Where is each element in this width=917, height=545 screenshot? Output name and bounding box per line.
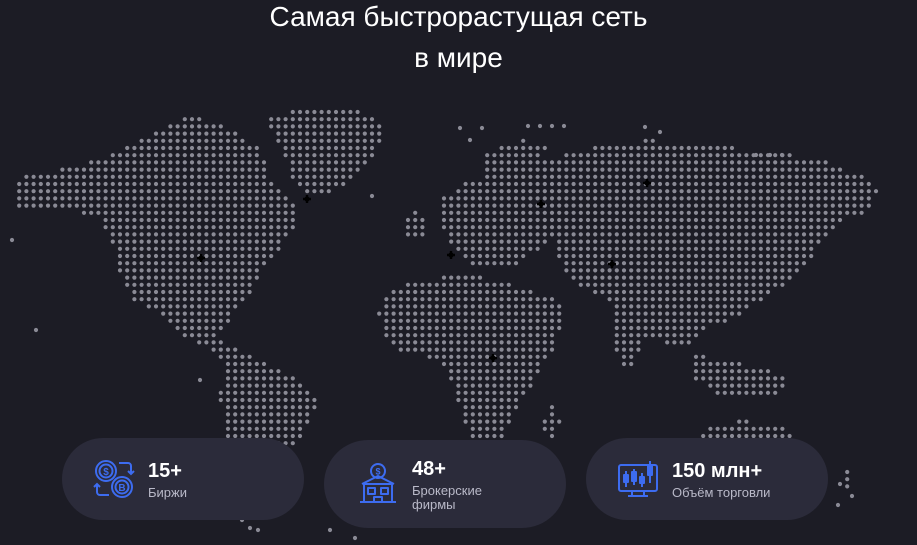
exchange-coins-icon: $ B bbox=[93, 460, 135, 498]
brokerage-building-icon: $ bbox=[360, 463, 396, 503]
svg-text:B: B bbox=[118, 483, 125, 494]
location-marker-icon bbox=[303, 195, 311, 203]
stat-value: 48+ bbox=[412, 457, 446, 480]
stat-label: Объём торговли bbox=[672, 484, 771, 500]
stat-label: Брокерские фирмы bbox=[412, 482, 482, 512]
location-marker-icon bbox=[643, 179, 651, 187]
title-line-2: в мире bbox=[414, 42, 503, 73]
stat-value: 150 млн+ bbox=[672, 459, 763, 482]
stat-card-exchanges: $ B 15+ Биржи bbox=[62, 438, 304, 520]
network-section: Самая быстрорастущая сеть в мире $ B 15+… bbox=[0, 0, 917, 545]
location-marker-icon bbox=[447, 251, 455, 259]
stat-card-trading-volume: 150 млн+ Объём торговли bbox=[586, 438, 828, 520]
stat-text-trading-volume: 150 млн+ Объём торговли bbox=[672, 459, 770, 500]
stat-value: 15+ bbox=[148, 459, 182, 482]
title-line-1: Самая быстрорастущая сеть bbox=[269, 1, 648, 32]
section-title: Самая быстрорастущая сеть в мире bbox=[0, 0, 917, 80]
trading-chart-icon bbox=[618, 461, 658, 497]
stat-text-brokerages: 48+ Брокерские фирмы bbox=[412, 457, 522, 512]
svg-text:$: $ bbox=[103, 467, 109, 478]
location-marker-icon bbox=[489, 354, 497, 362]
stat-label: Биржи bbox=[148, 484, 187, 500]
stat-card-brokerages: $ 48+ Брокерские фирмы bbox=[324, 440, 566, 528]
stat-text-exchanges: 15+ Биржи bbox=[148, 459, 187, 500]
svg-text:$: $ bbox=[375, 467, 380, 477]
